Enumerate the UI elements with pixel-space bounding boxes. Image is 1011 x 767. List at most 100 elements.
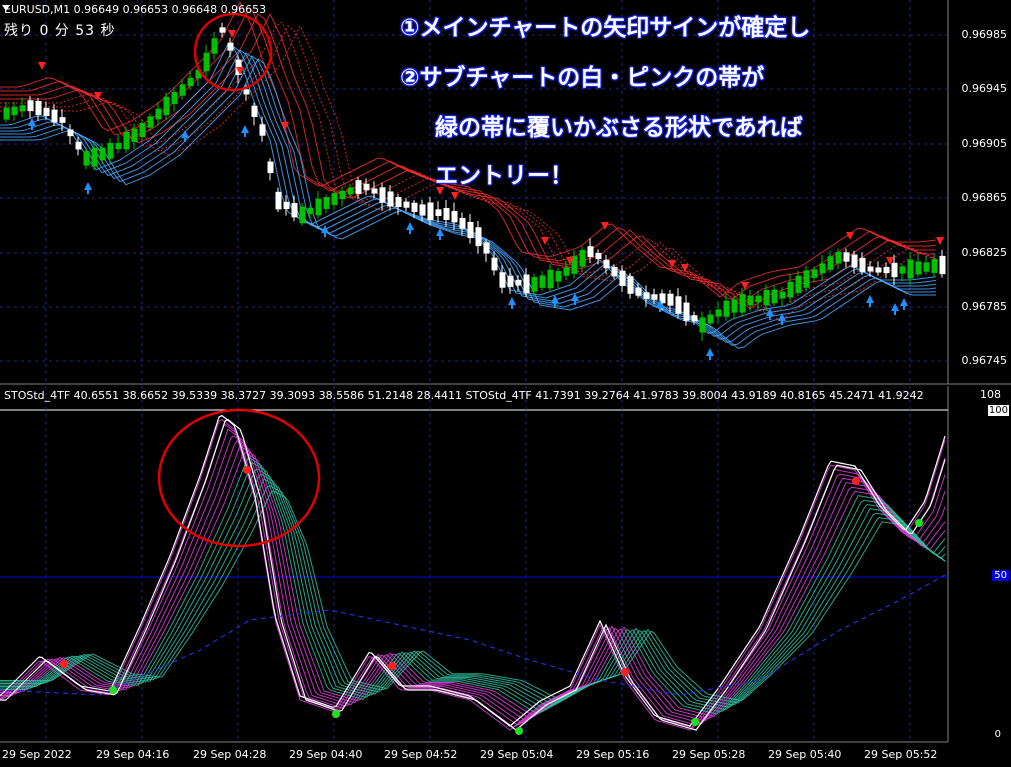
buy-dot-icon [515,727,523,735]
candle-body [619,270,626,287]
candle-body [859,257,866,273]
sell-arrow-icon [451,192,459,200]
candle-body [243,89,250,95]
candle-body [171,92,178,104]
candle-body [651,294,658,300]
candle-body [771,289,778,304]
candle-body [491,257,498,271]
candle-body [419,204,426,216]
candle-body [115,142,122,150]
candle-body [523,274,530,294]
candle-body [355,180,362,194]
buy-dot-icon [109,686,117,694]
sell-dot-icon [60,660,68,668]
candle-body [203,52,210,72]
candle-body [547,269,554,289]
candle-body [219,27,226,33]
candle-body [451,210,458,223]
candle-body [803,270,810,288]
highlight-circle [157,408,321,548]
candle-body [179,84,186,96]
annotation-step2: ②サブチャートの白・ピンクの帯が [400,65,765,91]
candle-body [755,295,762,303]
buy-dot-icon [332,710,340,718]
candle-body [67,129,74,137]
time-label: 29 Sep 04:16 [96,748,170,761]
candle-body [611,266,618,277]
candle-body [539,275,546,288]
candle-body [123,131,130,150]
time-label: 29 Sep 04:52 [384,748,458,761]
candle-body [931,259,938,273]
candle-body [603,259,610,269]
price-label: 0.96785 [961,300,1008,313]
candle-body [795,275,802,293]
candle-body [819,263,826,274]
candle-body [883,266,890,274]
time-label: 29 Sep 05:16 [576,748,650,761]
candle-body [587,246,594,258]
sell-arrow-icon [936,237,944,245]
candle-body [875,267,882,273]
time-label: 29 Sep 04:40 [289,748,363,761]
price-label: 0.96905 [961,137,1008,150]
indicator-label: STOStd_4TF 40.6551 38.6652 39.5339 38.37… [4,389,924,402]
candle-body [371,188,378,194]
candle-body [515,279,522,286]
sell-dot-icon [852,477,860,485]
sell-arrow-icon [38,62,46,70]
candle-body [331,193,338,205]
candle-body [259,124,266,136]
candle-body [891,262,898,278]
candle-body [275,191,282,210]
candle-body [699,317,706,333]
candle-body [507,275,514,287]
sell-dot-icon [243,466,251,474]
candle-body [867,266,874,272]
annotation-entry: エントリー！ [435,163,573,189]
candle-body [427,202,434,221]
candle-body [403,201,410,208]
sub-level-label: 108 [980,388,1001,401]
candle-body [763,289,770,306]
candle-body [363,183,370,191]
candle-body [459,217,466,229]
candle-body [923,262,930,272]
candle-body [131,128,138,143]
candle-body [3,107,10,120]
time-label: 29 Sep 05:52 [864,748,938,761]
candle-body [467,221,474,239]
candle-body [443,208,450,220]
candle-body [339,190,346,200]
buy-arrow-icon [900,298,908,306]
buy-arrow-icon [508,297,516,305]
symbol-info: EURUSD,M1 0.96649 0.96653 0.96648 0.9665… [4,3,267,16]
candle-body [635,287,642,296]
candle-body [379,187,386,203]
candle-body [811,269,818,278]
candle-body [291,203,298,218]
candle-body [531,277,538,292]
candle-body [91,147,98,167]
buy-dot-icon [915,519,923,527]
buy-arrow-icon [241,125,249,133]
buy-arrow-icon [181,130,189,138]
bar-timer: 残り 0 分 53 秒 [4,23,116,39]
candle-body [51,109,58,123]
candle-body [715,309,722,317]
candle-body [83,151,90,166]
symbol-dropdown-icon[interactable] [2,5,10,11]
candle-body [595,252,602,260]
candle-body [667,293,674,306]
time-label: 29 Sep 2022 [2,748,72,761]
price-label: 0.96825 [961,246,1008,259]
candle-body [27,100,34,112]
candle-body [475,227,482,247]
annotation-step1: ①メインチャートの矢印サインが確定し [400,15,811,41]
sub-level-label: 0 [994,729,1001,740]
candle-body [579,250,586,267]
candle-body [563,267,570,276]
time-label: 29 Sep 05:04 [480,748,554,761]
candle-body [251,105,258,117]
candle-body [723,300,730,317]
